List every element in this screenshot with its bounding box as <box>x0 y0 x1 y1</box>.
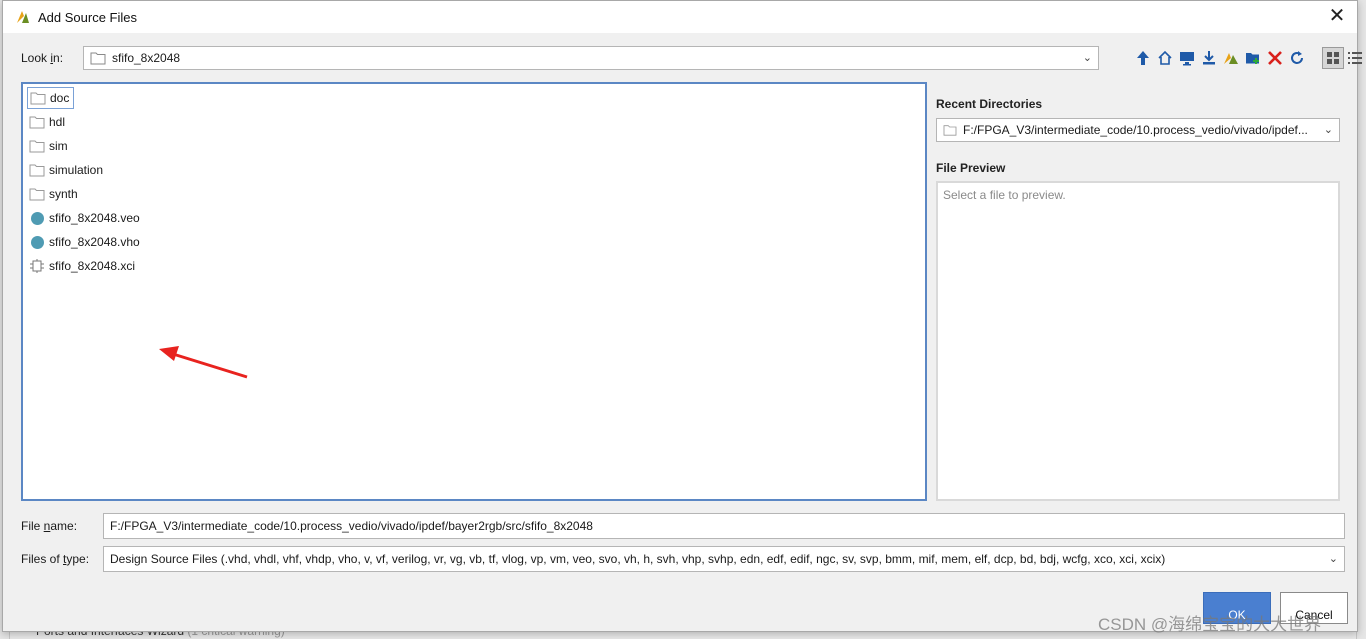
file-name-label: sfifo_8x2048.vho <box>49 235 140 249</box>
home-button[interactable] <box>1154 47 1176 69</box>
project-dir-button[interactable] <box>1220 47 1242 69</box>
recent-directories-dropdown[interactable]: F:/FPGA_V3/intermediate_code/10.process_… <box>936 118 1340 142</box>
home-icon <box>1158 50 1172 65</box>
file-name-row: File name: F:/FPGA_V3/intermediate_code/… <box>21 513 1345 539</box>
folder-icon <box>30 90 46 106</box>
folder-icon <box>29 162 45 178</box>
list-item-veo[interactable]: sfifo_8x2048.veo <box>27 207 144 229</box>
file-name-value: F:/FPGA_V3/intermediate_code/10.process_… <box>110 519 593 533</box>
grid-icon <box>1327 52 1339 64</box>
source-file-icon <box>29 234 45 250</box>
ip-core-icon <box>29 258 45 274</box>
folder-icon <box>29 138 45 154</box>
vivado-logo-icon <box>17 11 29 23</box>
recent-directories-label: Recent Directories <box>936 97 1043 111</box>
list-item-sim[interactable]: sim <box>27 135 72 157</box>
up-folder-button[interactable] <box>1132 47 1154 69</box>
download-button[interactable] <box>1198 47 1220 69</box>
chevron-down-icon: ⌄ <box>1328 553 1338 565</box>
desktop-icon <box>1180 52 1194 66</box>
dialog-title: Add Source Files <box>38 9 137 25</box>
folder-icon <box>29 186 45 202</box>
file-name-label: sim <box>49 139 68 153</box>
toolbar <box>1132 47 1308 69</box>
file-list[interactable]: doc hdl sim simulation synth sfifo_8x204… <box>21 82 927 501</box>
tiles-view-button[interactable] <box>1322 47 1344 69</box>
file-preview-placeholder: Select a file to preview. <box>943 188 1066 202</box>
add-source-files-dialog: Add Source Files ✕ Look in: sfifo_8x2048… <box>2 0 1362 632</box>
list-item-xci[interactable]: sfifo_8x2048.xci <box>27 255 139 277</box>
file-name-label: sfifo_8x2048.veo <box>49 211 140 225</box>
list-item-doc[interactable]: doc <box>27 87 75 109</box>
file-name-label: hdl <box>49 115 66 129</box>
file-type-label: Files of type: <box>21 552 90 566</box>
look-in-value: sfifo_8x2048 <box>112 51 181 65</box>
file-preview-label: File Preview <box>936 161 1006 175</box>
file-name-label: sfifo_8x2048.xci <box>49 259 136 273</box>
list-icon <box>1348 52 1362 64</box>
new-folder-button[interactable] <box>1242 47 1264 69</box>
look-in-label: Look in: <box>21 51 64 65</box>
view-mode-switch <box>1322 47 1366 69</box>
file-type-value: Design Source Files (.vhd, vhdl, vhf, vh… <box>110 552 1166 566</box>
chevron-down-icon: ⌄ <box>1082 52 1092 64</box>
file-name-label: synth <box>49 187 78 201</box>
refresh-button[interactable] <box>1286 47 1308 69</box>
title-bar: Add Source Files ✕ <box>3 1 1357 33</box>
recent-directory-value: F:/FPGA_V3/intermediate_code/10.process_… <box>963 123 1308 137</box>
file-name-field[interactable]: F:/FPGA_V3/intermediate_code/10.process_… <box>103 513 1345 539</box>
right-panel: Recent Directories F:/FPGA_V3/intermedia… <box>936 97 1340 501</box>
watermark: CSDN @海绵宝宝的大大世界 <box>1098 615 1322 634</box>
file-type-dropdown[interactable]: Design Source Files (.vhd, vhdl, vhf, vh… <box>103 546 1345 572</box>
file-name-label: File name: <box>21 519 78 533</box>
list-item-synth[interactable]: synth <box>27 183 82 205</box>
delete-button[interactable] <box>1264 47 1286 69</box>
up-arrow-icon <box>1137 51 1149 65</box>
file-preview-panel: Select a file to preview. <box>936 181 1340 501</box>
list-item-vho[interactable]: sfifo_8x2048.vho <box>27 231 144 253</box>
folder-icon <box>29 114 45 130</box>
folder-icon <box>90 52 106 65</box>
new-folder-icon <box>1246 53 1259 64</box>
look-in-row: Look in: sfifo_8x2048 ⌄ <box>21 45 1362 71</box>
close-icon[interactable]: ✕ <box>1325 5 1349 29</box>
delete-icon <box>1268 51 1282 65</box>
refresh-icon <box>1291 51 1303 64</box>
download-icon <box>1203 51 1215 65</box>
source-file-icon <box>29 210 45 226</box>
folder-icon <box>943 125 957 136</box>
annotation-arrow-icon <box>159 346 248 379</box>
chevron-down-icon: ⌄ <box>1323 124 1333 136</box>
list-item-simulation[interactable]: simulation <box>27 159 107 181</box>
project-icon <box>1224 53 1238 64</box>
look-in-dropdown[interactable]: sfifo_8x2048 ⌄ <box>83 46 1099 70</box>
details-view-button[interactable] <box>1344 47 1366 69</box>
file-name-label: simulation <box>49 163 104 177</box>
list-item-hdl[interactable]: hdl <box>27 111 69 133</box>
file-type-row: Files of type: Design Source Files (.vhd… <box>21 546 1345 572</box>
desktop-button[interactable] <box>1176 47 1198 69</box>
file-name-label: doc <box>50 91 70 105</box>
